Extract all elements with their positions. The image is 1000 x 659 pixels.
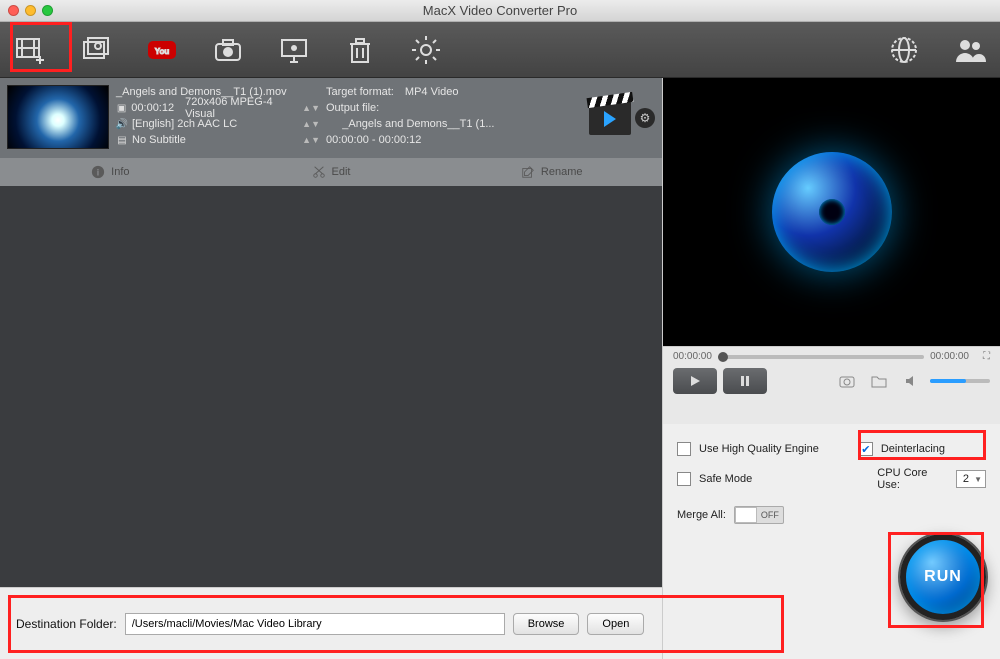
logo-reel-icon (772, 152, 892, 272)
file-item[interactable]: _Angels and Demons__T1 (1).mov ▣00:00:12… (0, 78, 662, 158)
timeline-track[interactable] (718, 355, 924, 359)
rename-button[interactable]: Rename (441, 165, 662, 179)
play-icon (689, 375, 701, 387)
file-audio-spec: [English] 2ch AAC LC (132, 118, 237, 130)
high-quality-checkbox[interactable] (677, 442, 691, 456)
add-video-button[interactable] (10, 31, 50, 69)
time-start: 00:00:00 (673, 351, 712, 362)
camera-small-icon (839, 374, 855, 388)
camera-icon (212, 34, 244, 66)
run-button[interactable]: RUN (900, 534, 986, 620)
youtube-button[interactable]: You (142, 31, 182, 69)
cpu-core-select[interactable]: 2 (956, 470, 986, 488)
output-file: _Angels and Demons__T1 (1... (342, 118, 494, 130)
edit-button[interactable]: Edit (221, 165, 442, 179)
file-thumbnail (8, 86, 108, 148)
merge-all-toggle[interactable]: OFF (734, 506, 784, 524)
file-subtitle: No Subtitle (132, 134, 186, 146)
target-format: MP4 Video (405, 86, 459, 98)
rename-icon (521, 165, 535, 179)
file-range: 00:00:00 - 00:00:12 (326, 134, 421, 146)
gear-icon (410, 34, 442, 66)
window-controls (8, 5, 53, 16)
video-icon: ▣ (116, 103, 127, 114)
window-title: MacX Video Converter Pro (0, 3, 1000, 18)
folder-icon (871, 374, 887, 388)
youtube-icon: You (146, 34, 178, 66)
main-toolbar: You (0, 22, 1000, 78)
preview-panel: 00:00:00 00:00:00 ⛶ (662, 78, 1000, 659)
file-duration: 00:00:12 (131, 102, 174, 114)
safe-mode-checkbox[interactable] (677, 472, 691, 486)
info-button[interactable]: i Info (0, 165, 221, 179)
camera-record-button[interactable] (208, 31, 248, 69)
main-area: _Angels and Demons__T1 (1).mov ▣00:00:12… (0, 78, 1000, 659)
subtitle-menu-chevron[interactable]: ▲▼ (302, 135, 326, 145)
audio-icon: 🔊 (116, 119, 128, 130)
deinterlacing-checkbox[interactable] (859, 442, 873, 456)
video-menu-chevron[interactable]: ▲▼ (302, 103, 326, 113)
delete-button[interactable] (340, 31, 380, 69)
globe-icon (888, 34, 920, 66)
about-button[interactable] (950, 31, 990, 69)
minimize-window-button[interactable] (25, 5, 36, 16)
pause-icon (739, 375, 751, 387)
transport-controls: 00:00:00 00:00:00 ⛶ (663, 346, 1000, 424)
close-window-button[interactable] (8, 5, 19, 16)
pause-button[interactable] (723, 368, 767, 394)
speaker-icon (904, 374, 918, 388)
settings-button[interactable] (406, 31, 446, 69)
web-button[interactable] (884, 31, 924, 69)
file-video-spec: 720x406 MPEG-4 Visual (185, 96, 298, 120)
browse-button[interactable]: Browse (513, 613, 580, 635)
screen-record-button[interactable] (274, 31, 314, 69)
destination-input[interactable] (125, 613, 505, 635)
output-profile-button[interactable] (589, 101, 631, 135)
output-settings-button[interactable]: ⚙ (635, 108, 655, 128)
fullscreen-button[interactable]: ⛶ (983, 351, 990, 362)
screen-record-icon (278, 34, 310, 66)
merge-all-label: Merge All: (677, 509, 726, 521)
trash-icon (344, 34, 376, 66)
scissors-icon (312, 165, 326, 179)
zoom-window-button[interactable] (42, 5, 53, 16)
film-add-icon (14, 34, 46, 66)
destination-bar: Destination Folder: Browse Open (0, 587, 662, 659)
add-photo-button[interactable] (76, 31, 116, 69)
file-details: _Angels and Demons__T1 (1).mov ▣00:00:12… (116, 78, 582, 158)
options-panel: Use High Quality Engine Deinterlacing Sa… (663, 424, 1000, 659)
svg-text:i: i (97, 168, 99, 178)
destination-label: Destination Folder: (16, 617, 117, 631)
play-button[interactable] (673, 368, 717, 394)
file-action-bar: i Info Edit Rename (0, 158, 662, 186)
preview-viewport (663, 78, 1000, 346)
timeline: 00:00:00 00:00:00 ⛶ (673, 351, 990, 362)
file-list-panel: _Angels and Demons__T1 (1).mov ▣00:00:12… (0, 78, 662, 659)
svg-text:You: You (155, 47, 170, 56)
titlebar: MacX Video Converter Pro (0, 0, 1000, 22)
subtitle-icon: ▤ (116, 135, 128, 146)
safe-mode-label: Safe Mode (699, 473, 752, 485)
time-end: 00:00:00 (930, 351, 969, 362)
volume-button[interactable] (898, 368, 924, 394)
target-format-label: Target format: (326, 86, 394, 98)
output-settings-group: ⚙ (582, 78, 662, 158)
app-window: MacX Video Converter Pro You (0, 0, 1000, 659)
people-icon (954, 34, 986, 66)
snapshot-button[interactable] (834, 368, 860, 394)
output-file-label: Output file: (326, 102, 379, 114)
open-button[interactable]: Open (587, 613, 644, 635)
cpu-core-label: CPU Core Use: (877, 467, 948, 491)
volume-slider[interactable] (930, 379, 990, 383)
deinterlacing-label: Deinterlacing (881, 443, 945, 455)
snapshot-folder-button[interactable] (866, 368, 892, 394)
info-icon: i (91, 165, 105, 179)
photo-stack-icon (80, 34, 112, 66)
high-quality-label: Use High Quality Engine (699, 443, 819, 455)
audio-menu-chevron[interactable]: ▲▼ (302, 119, 326, 129)
